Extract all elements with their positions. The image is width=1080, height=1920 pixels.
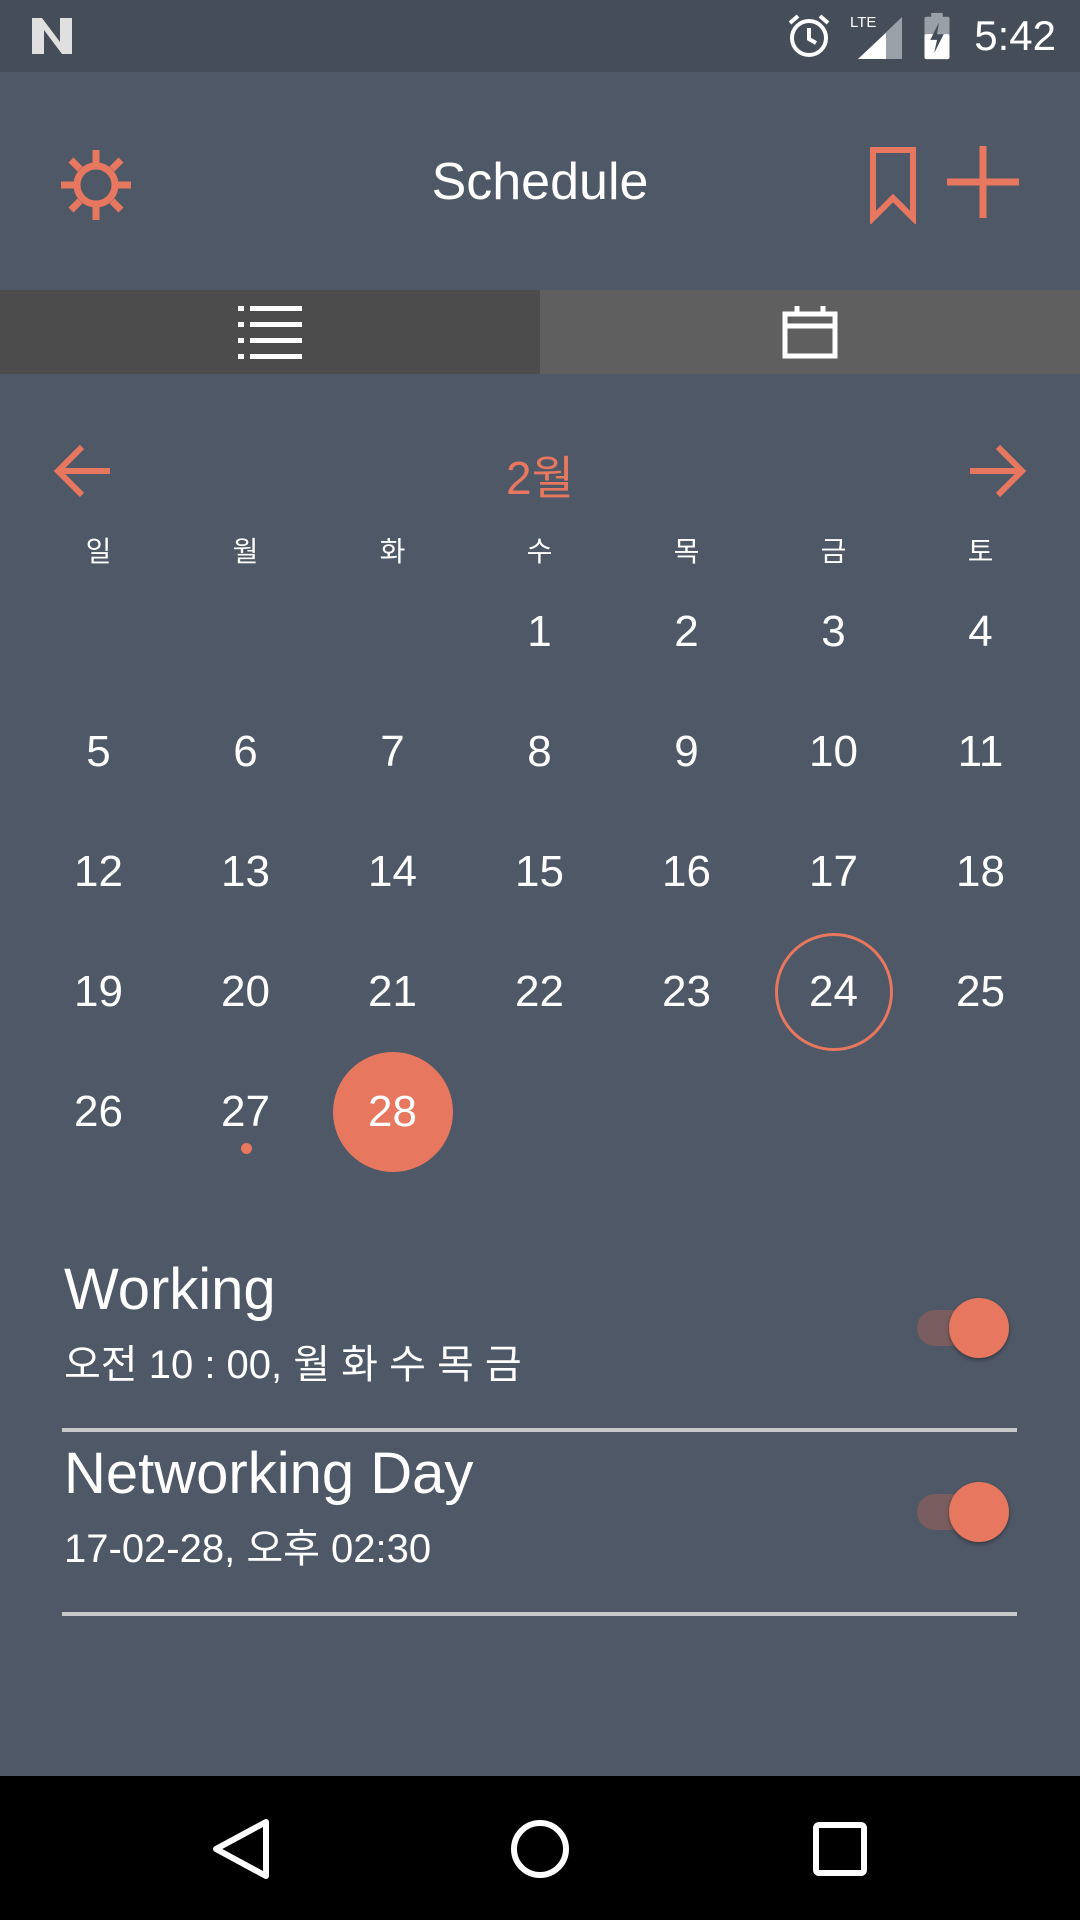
schedule-item[interactable]: Working 오전 10 : 00, 월 화 수 목 금 [62,1248,1017,1432]
calendar-day[interactable]: 2 [613,572,760,692]
calendar-day-selected[interactable]: 28 [319,1052,466,1172]
calendar-day[interactable]: 20 [172,932,319,1052]
status-icons: LTE 5:42 [784,10,1056,62]
calendar-week: 12 13 14 15 16 17 18 [25,812,1054,932]
calendar-day [25,572,172,692]
weekday-label: 일 [85,536,112,567]
notification-n-icon [32,18,72,54]
view-tabs [0,290,1080,374]
alarm-icon [788,14,830,57]
recents-icon[interactable] [795,1804,885,1894]
calendar-day[interactable]: 18 [907,812,1054,932]
calendar-day[interactable]: 5 [25,692,172,812]
weekday-label: 금 [820,536,847,567]
bookmark-icon[interactable] [868,146,918,224]
calendar-day[interactable]: 10 [760,692,907,812]
calendar-day[interactable]: 23 [613,932,760,1052]
calendar-day[interactable]: 9 [613,692,760,812]
calendar-day [760,1052,907,1172]
calendar-day[interactable]: 3 [760,572,907,692]
calendar-day[interactable]: 1 [466,572,613,692]
tab-list-view[interactable] [0,290,540,374]
calendar-day[interactable]: 26 [25,1052,172,1172]
schedule-toggle[interactable] [913,1294,1009,1358]
weekday-label: 월 [232,536,259,567]
calendar-week: 26 27 28 [25,1052,1054,1172]
schedule-title: Networking Day [64,1441,474,1506]
weekday-label: 수 [526,536,553,567]
calendar-day[interactable]: 6 [172,692,319,812]
calendar-day[interactable]: 22 [466,932,613,1052]
calendar-day[interactable]: 16 [613,812,760,932]
calendar-day [172,572,319,692]
status-bar: LTE 5:42 [0,0,1080,72]
calendar-day-today[interactable]: 24 [760,932,907,1052]
month-label: 2월 [506,452,574,504]
status-time: 5:42 [974,12,1056,59]
calendar-day[interactable]: 7 [319,692,466,812]
toggle-thumb [949,1482,1009,1542]
calendar-day[interactable]: 21 [319,932,466,1052]
calendar-day [907,1052,1054,1172]
calendar-day [613,1052,760,1172]
calendar-day[interactable]: 25 [907,932,1054,1052]
calendar-day [466,1052,613,1172]
calendar-day[interactable]: 17 [760,812,907,932]
calendar-day[interactable]: 14 [319,812,466,932]
arrow-right-icon[interactable] [966,444,1026,498]
list-icon [238,306,302,359]
schedule-item[interactable]: Networking Day 17-02-28, 오후 02:30 [62,1432,1017,1616]
schedule-title: Working [64,1257,276,1322]
weekday-label: 화 [379,536,406,567]
calendar-day[interactable]: 19 [25,932,172,1052]
schedule-toggle[interactable] [913,1478,1009,1542]
calendar-day[interactable]: 4 [907,572,1054,692]
calendar-week: 5 6 7 8 9 10 11 [25,692,1054,812]
home-icon[interactable] [495,1804,585,1894]
calendar-day[interactable]: 27 [172,1052,319,1172]
calendar-week: 19 20 21 22 23 24 25 [25,932,1054,1052]
battery-charging-icon [924,12,950,60]
lte-signal-icon: LTE [850,14,903,59]
svg-text:LTE: LTE [850,14,876,31]
weekday-label: 토 [967,536,994,567]
schedule-detail: 오전 10 : 00, 월 화 수 목 금 [64,1343,522,1387]
month-navigation: 2월 [0,430,1080,510]
add-plus-icon[interactable] [945,144,1021,220]
calendar-day[interactable]: 8 [466,692,613,812]
page-title: Schedule [431,153,649,211]
tab-calendar-view[interactable] [540,290,1080,374]
screen: LTE 5:42 Schedule 2월 일 월 화 수 목 금 토 1 2 3… [0,0,1080,1920]
calendar-day[interactable]: 15 [466,812,613,932]
app-bar: Schedule [0,72,1080,290]
calendar-day [319,572,466,692]
toggle-thumb [949,1298,1009,1358]
calendar-week: 1 2 3 4 [25,572,1054,692]
system-nav-bar [0,1776,1080,1920]
calendar-grid: 1 2 3 4 5 6 7 8 9 10 11 12 13 14 15 16 1… [25,572,1054,1172]
back-icon[interactable] [196,1804,286,1894]
calendar-day[interactable]: 11 [907,692,1054,812]
calendar-icon [782,306,838,359]
schedule-detail: 17-02-28, 오후 02:30 [64,1527,432,1571]
schedule-list: Working 오전 10 : 00, 월 화 수 목 금 Networking… [62,1248,1017,1616]
weekday-label: 목 [673,536,700,567]
calendar-day[interactable]: 12 [25,812,172,932]
weekday-header: 일 월 화 수 목 금 토 [25,530,1054,570]
calendar-day[interactable]: 13 [172,812,319,932]
